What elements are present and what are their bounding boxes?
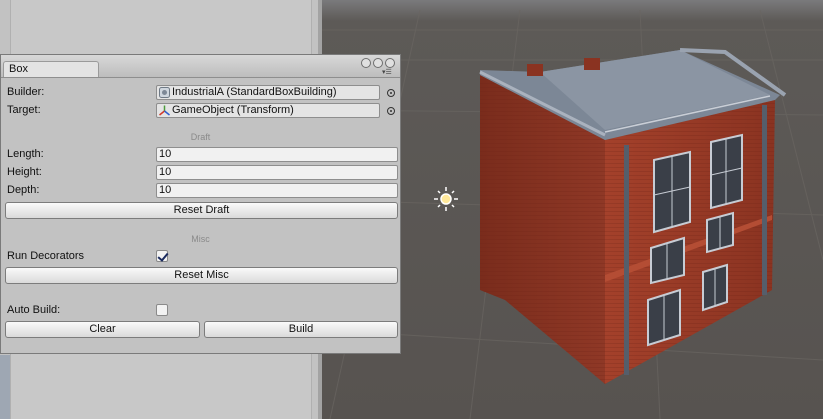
build-button[interactable]: Build — [204, 321, 398, 338]
window-button-icon[interactable] — [361, 58, 371, 68]
reset-misc-button[interactable]: Reset Misc — [5, 267, 398, 284]
script-asset-icon — [159, 87, 170, 98]
depth-input[interactable]: 10 — [156, 183, 398, 198]
transform-axis-icon — [159, 105, 170, 116]
window-button-icon[interactable] — [373, 58, 383, 68]
height-input[interactable]: 10 — [156, 165, 398, 180]
misc-section-header: Misc — [191, 234, 210, 244]
height-label: Height: — [7, 166, 42, 178]
target-object-field[interactable]: GameObject (Transform) — [156, 103, 380, 118]
run-decorators-label: Run Decorators — [7, 250, 85, 262]
window-titlebar[interactable]: Box ▾☰ — [1, 55, 400, 78]
clear-button[interactable]: Clear — [5, 321, 200, 338]
target-value: GameObject (Transform) — [172, 104, 294, 116]
window-menu-icon[interactable]: ▾☰ — [382, 68, 392, 76]
length-label: Length: — [7, 148, 44, 160]
depth-label: Depth: — [7, 184, 40, 196]
builder-label: Builder: — [7, 86, 45, 98]
auto-build-label: Auto Build: — [7, 304, 61, 316]
run-decorators-checkbox[interactable] — [156, 250, 168, 262]
reset-draft-button[interactable]: Reset Draft — [5, 202, 398, 219]
window-tab[interactable]: Box — [3, 61, 99, 77]
draft-section-header: Draft — [190, 132, 211, 142]
target-picker-icon[interactable] — [387, 107, 395, 115]
builder-value: IndustrialA (StandardBoxBuilding) — [172, 86, 337, 98]
builder-object-field[interactable]: IndustrialA (StandardBoxBuilding) — [156, 85, 380, 100]
panel-edge — [0, 355, 10, 419]
target-label: Target: — [7, 104, 41, 116]
length-input[interactable]: 10 — [156, 147, 398, 162]
close-window-icon[interactable] — [385, 58, 395, 68]
box-editor-window[interactable]: Box ▾☰ Builder: IndustrialA (StandardBox… — [0, 54, 401, 354]
auto-build-checkbox[interactable] — [156, 304, 168, 316]
builder-picker-icon[interactable] — [387, 89, 395, 97]
